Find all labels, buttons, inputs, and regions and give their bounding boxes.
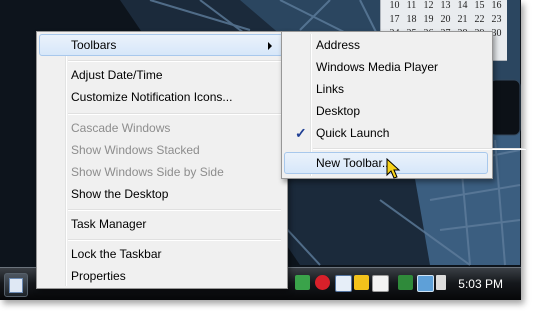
network-icon[interactable]	[398, 275, 413, 290]
calendar-day: 19	[423, 14, 434, 25]
taskbar-button[interactable]	[4, 273, 28, 297]
submenu-arrow-icon	[268, 42, 272, 50]
menu-item-label: Show Windows Side by Side	[71, 165, 224, 179]
calendar-day: 11	[406, 0, 417, 11]
green-app-icon[interactable]	[295, 275, 310, 290]
menu-separator	[68, 239, 281, 241]
menu-item-label: Show Windows Stacked	[71, 143, 200, 157]
mouse-cursor-icon	[386, 158, 401, 179]
menu-item-label: New Toolbar...	[316, 156, 392, 170]
menu-item-label: Links	[316, 82, 345, 96]
menu-item-label: Windows Media Player	[316, 60, 439, 74]
menu-item-customize-notification-icons[interactable]: Customize Notification Icons...	[39, 86, 283, 108]
submenu-item-address[interactable]: Address	[284, 34, 488, 56]
menu-item-label: Customize Notification Icons...	[71, 90, 233, 104]
menu-item-label: Toolbars	[71, 38, 117, 52]
taskbar-context-menu: Toolbars Adjust Date/Time Customize Noti…	[36, 31, 288, 289]
calendar-day: 20	[440, 14, 451, 25]
menu-item-label: Lock the Taskbar	[71, 247, 162, 261]
printer-icon[interactable]	[372, 275, 389, 292]
menu-item-label: Task Manager	[71, 217, 147, 231]
submenu-item-quick-launch[interactable]: ✓ Quick Launch	[284, 122, 488, 144]
document-icon	[9, 278, 23, 293]
calendar-day: 10	[389, 0, 400, 11]
menu-separator	[313, 148, 526, 150]
document-icon[interactable]	[335, 275, 352, 292]
calendar-day: 21	[457, 14, 468, 25]
notification-area[interactable]: 5:03 PM	[290, 268, 521, 300]
menu-item-label: Properties	[71, 269, 126, 283]
calendar-day: 17	[389, 14, 400, 25]
calendar-day: 23	[491, 14, 502, 25]
menu-item-task-manager[interactable]: Task Manager	[39, 213, 283, 235]
menu-item-cascade-windows[interactable]: Cascade Windows	[39, 117, 283, 139]
submenu-item-links[interactable]: Links	[284, 78, 488, 100]
calendar-day: 12	[423, 0, 434, 11]
menu-item-label: Quick Launch	[316, 126, 390, 140]
calendar-day: 22	[474, 14, 485, 25]
toolbars-submenu: Address Windows Media Player Links Deskt…	[281, 31, 526, 179]
menu-item-toolbars[interactable]: Toolbars	[39, 34, 283, 56]
calendar-day: 18	[406, 14, 417, 25]
menu-item-label: Adjust Date/Time	[71, 68, 163, 82]
menu-item-lock-the-taskbar[interactable]: Lock the Taskbar	[39, 243, 283, 265]
submenu-item-desktop[interactable]: Desktop	[284, 100, 488, 122]
menu-item-label: Show the Desktop	[71, 187, 169, 201]
submenu-item-windows-media-player[interactable]: Windows Media Player	[284, 56, 488, 78]
calendar-day: 13	[440, 0, 451, 11]
calendar-day: 15	[474, 0, 485, 11]
menu-item-show-windows-side-by-side[interactable]: Show Windows Side by Side	[39, 161, 283, 183]
menu-separator	[68, 113, 281, 115]
taskbar-clock[interactable]: 5:03 PM	[458, 277, 503, 291]
monitor-icon[interactable]	[417, 275, 434, 292]
pencil-icon[interactable]	[354, 275, 369, 290]
menu-item-label: Desktop	[316, 104, 361, 118]
checkmark-icon: ✓	[295, 125, 307, 141]
menu-item-show-the-desktop[interactable]: Show the Desktop	[39, 183, 283, 205]
menu-item-label: Cascade Windows	[71, 121, 171, 135]
calendar-day: 14	[457, 0, 468, 11]
menu-item-label: Address	[316, 38, 361, 52]
volume-icon[interactable]	[436, 275, 446, 290]
red-app-icon[interactable]	[315, 275, 330, 290]
menu-item-show-windows-stacked[interactable]: Show Windows Stacked	[39, 139, 283, 161]
menu-separator	[68, 209, 281, 211]
menu-item-properties[interactable]: Properties	[39, 265, 283, 287]
menu-item-adjust-date-time[interactable]: Adjust Date/Time	[39, 64, 283, 86]
calendar-day: 16	[491, 0, 502, 11]
menu-separator	[68, 60, 281, 62]
